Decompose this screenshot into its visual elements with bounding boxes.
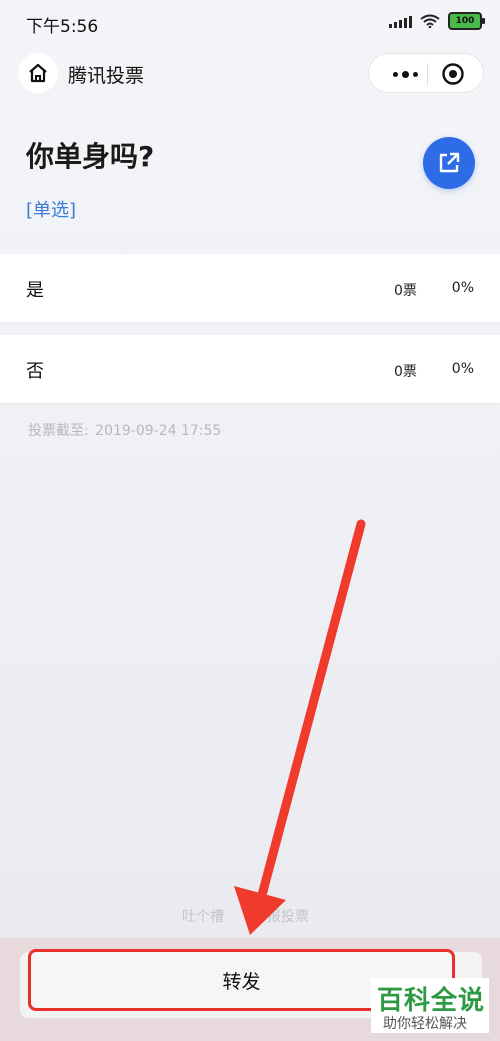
watermark-logo: 百科全说 助你轻松解决 bbox=[371, 978, 489, 1033]
deadline-label: 投票截至: bbox=[28, 423, 89, 439]
deadline-value: 2019-09-24 17:55 bbox=[95, 423, 222, 439]
page-title: 腾讯投票 bbox=[68, 65, 145, 87]
watermark-subtitle: 助你轻松解决 bbox=[383, 1016, 467, 1032]
watermark-title: 百科全说 bbox=[377, 986, 486, 1016]
more-button[interactable] bbox=[387, 64, 423, 84]
option-label: 否 bbox=[26, 361, 44, 382]
wifi-icon bbox=[420, 14, 440, 28]
status-icons: 100 bbox=[389, 12, 485, 30]
poll-question: 你单身吗? bbox=[26, 140, 155, 173]
report-link[interactable]: 举报投票 bbox=[253, 909, 309, 925]
poll-option-no[interactable]: 否 0票 0% bbox=[0, 335, 500, 403]
footer-links: 吐个槽 举报投票 bbox=[182, 906, 309, 926]
option-label: 是 bbox=[26, 280, 44, 301]
nav-bar: 腾讯投票 bbox=[0, 50, 500, 96]
status-bar: 下午5:56 100 bbox=[0, 0, 500, 44]
option-votes: 0票 bbox=[394, 283, 417, 299]
more-dots-icon bbox=[392, 71, 398, 77]
poll-type-label: [单选] bbox=[26, 200, 77, 221]
battery-icon: 100 bbox=[448, 12, 485, 30]
feedback-link[interactable]: 吐个槽 bbox=[182, 909, 224, 925]
share-button[interactable] bbox=[423, 137, 475, 189]
capsule-divider bbox=[427, 63, 428, 85]
option-percent: 0% bbox=[451, 361, 474, 377]
close-target-icon[interactable] bbox=[441, 62, 465, 86]
home-button[interactable] bbox=[18, 53, 58, 93]
home-icon bbox=[29, 63, 47, 83]
share-external-icon bbox=[439, 152, 460, 173]
signal-icon bbox=[389, 14, 412, 28]
option-percent: 0% bbox=[451, 280, 474, 296]
option-votes: 0票 bbox=[394, 364, 417, 380]
poll-deadline: 投票截至: 2019-09-24 17:55 bbox=[26, 420, 221, 440]
mini-program-capsule bbox=[368, 53, 484, 93]
poll-option-yes[interactable]: 是 0票 0% bbox=[0, 254, 500, 322]
status-time: 下午5:56 bbox=[26, 17, 99, 37]
